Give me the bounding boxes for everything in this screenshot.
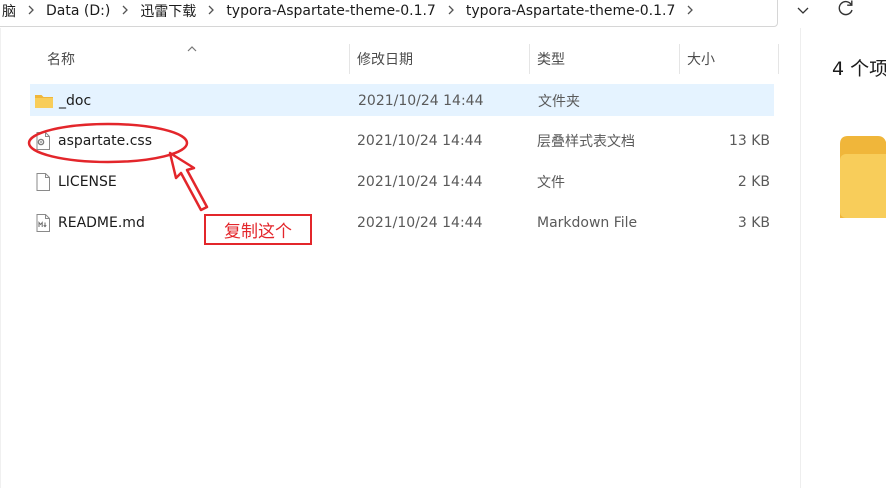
column-header-size[interactable]: 大小 xyxy=(687,44,715,74)
file-date: 2021/10/24 14:44 xyxy=(357,215,483,231)
file-type: 文件夹 xyxy=(538,94,580,110)
file-name: _doc xyxy=(59,93,92,109)
file-size: 2 KB xyxy=(737,174,770,190)
column-header-name[interactable]: 名称 xyxy=(47,44,75,74)
file-size: 13 KB xyxy=(728,133,770,149)
chevron-right-icon[interactable] xyxy=(438,4,464,19)
folder-icon xyxy=(34,91,54,111)
address-bar: 脑 Data (D:) 迅雷下载 typora-Aspartate-theme-… xyxy=(0,0,886,28)
breadcrumb-item-drive[interactable]: Data (D:) xyxy=(44,3,112,19)
chevron-right-icon[interactable] xyxy=(112,4,138,19)
file-row-readme[interactable]: README.md 2021/10/24 14:44 Markdown File… xyxy=(30,207,774,239)
column-divider[interactable] xyxy=(778,44,779,74)
file-list-pane: 名称 修改日期 类型 大小 _doc 2021/10/24 14:44 文件夹 … xyxy=(0,28,800,488)
refresh-button[interactable] xyxy=(832,0,860,22)
address-history-dropdown[interactable] xyxy=(790,0,816,20)
file-row-doc[interactable]: _doc 2021/10/24 14:44 文件夹 xyxy=(30,84,774,116)
file-name: LICENSE xyxy=(58,174,117,190)
chevron-right-icon[interactable] xyxy=(18,4,44,19)
file-type: Markdown File xyxy=(537,215,638,231)
folder-icon xyxy=(838,132,886,218)
file-date: 2021/10/24 14:44 xyxy=(358,93,484,109)
breadcrumb-item-downloads[interactable]: 迅雷下载 xyxy=(138,1,198,21)
file-row-license[interactable]: LICENSE 2021/10/24 14:44 文件 2 KB xyxy=(30,166,774,198)
breadcrumb: 脑 Data (D:) 迅雷下载 typora-Aspartate-theme-… xyxy=(0,0,703,22)
pane-splitter[interactable] xyxy=(800,28,801,488)
chevron-right-icon[interactable] xyxy=(198,4,224,19)
css-file-icon xyxy=(33,131,53,151)
refresh-icon xyxy=(837,0,855,21)
column-header-type[interactable]: 类型 xyxy=(537,44,565,74)
file-type: 文件 xyxy=(537,175,565,191)
markdown-file-icon xyxy=(33,213,53,233)
column-divider[interactable] xyxy=(529,44,530,74)
column-divider[interactable] xyxy=(679,44,680,74)
file-type: 层叠样式表文档 xyxy=(537,134,635,150)
breadcrumb-item-computer[interactable]: 脑 xyxy=(0,1,18,21)
chevron-right-icon[interactable] xyxy=(677,4,703,19)
chevron-down-icon xyxy=(796,1,810,20)
file-row-aspartate-css[interactable]: aspartate.css 2021/10/24 14:44 层叠样式表文档 1… xyxy=(30,125,774,157)
column-divider[interactable] xyxy=(349,44,350,74)
sort-ascending-icon xyxy=(186,39,198,52)
file-size: 3 KB xyxy=(737,215,770,231)
file-date: 2021/10/24 14:44 xyxy=(357,133,483,149)
file-name: aspartate.css xyxy=(58,133,153,149)
file-date: 2021/10/24 14:44 xyxy=(357,174,483,190)
breadcrumb-item-theme-subfolder[interactable]: typora-Aspartate-theme-0.1.7 xyxy=(464,3,678,19)
file-name: README.md xyxy=(58,215,145,231)
details-item-count: 4 个项 xyxy=(832,58,886,80)
column-header-date[interactable]: 修改日期 xyxy=(357,44,413,74)
file-icon xyxy=(33,172,53,192)
breadcrumb-item-theme-folder[interactable]: typora-Aspartate-theme-0.1.7 xyxy=(224,3,438,19)
